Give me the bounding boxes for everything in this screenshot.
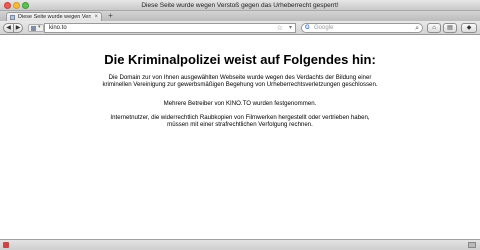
status-icon: [3, 242, 9, 248]
tab-label: Diese Seite wurde wegen Versto...: [18, 14, 91, 20]
page-favicon-icon: [10, 15, 15, 20]
bookmark-star-icon[interactable]: ☆: [277, 24, 283, 33]
new-tab-button[interactable]: +: [106, 12, 115, 20]
window-title: Diese Seite wurde wegen Verstoß gegen da…: [141, 2, 339, 9]
page-content: Die Kriminalpolizei weist auf Folgendes …: [0, 36, 480, 238]
tab-active[interactable]: Diese Seite wurde wegen Versto... ×: [6, 12, 102, 21]
notice-paragraph-arrests: Mehrere Betreiber von KINO.TO wurden fes…: [163, 100, 317, 107]
home-button[interactable]: ⌂: [427, 23, 441, 33]
url-text: kino.to: [49, 25, 67, 31]
navigation-toolbar: ◀ ▶ ▾ kino.to ☆ ▾ G Google ⌕ ⌂ ▤ ◆: [0, 21, 480, 35]
history-dropdown-icon[interactable]: ▾: [289, 24, 292, 33]
address-bar[interactable]: kino.to ☆ ▾: [44, 23, 296, 33]
resize-grip-icon[interactable]: [468, 242, 476, 248]
page-heading: Die Kriminalpolizei weist auf Folgendes …: [104, 52, 376, 67]
forward-button[interactable]: ▶: [13, 23, 23, 33]
bookmarks-button[interactable]: ▤: [443, 23, 457, 33]
notice-paragraph-domain: Die Domain zur von Ihnen ausgewählten We…: [102, 74, 378, 89]
search-placeholder: Google: [314, 25, 334, 31]
tab-close-icon[interactable]: ×: [94, 13, 98, 21]
search-icon[interactable]: ⌕: [415, 24, 419, 33]
tab-strip: Diese Seite wurde wegen Versto... × +: [0, 11, 480, 21]
addon-button[interactable]: ◆: [461, 23, 477, 33]
notice-paragraph-prosecution: Internetnutzer, die widerrechtlich Raubk…: [110, 114, 370, 129]
chevron-down-icon: ▾: [38, 24, 41, 30]
status-bar: [0, 239, 480, 250]
title-bar: Diese Seite wurde wegen Verstoß gegen da…: [0, 0, 480, 11]
search-input[interactable]: G Google ⌕: [301, 23, 423, 33]
site-favicon-icon: [31, 26, 36, 31]
search-engine-icon[interactable]: G: [305, 25, 310, 32]
site-identity-button[interactable]: ▾: [28, 24, 44, 32]
